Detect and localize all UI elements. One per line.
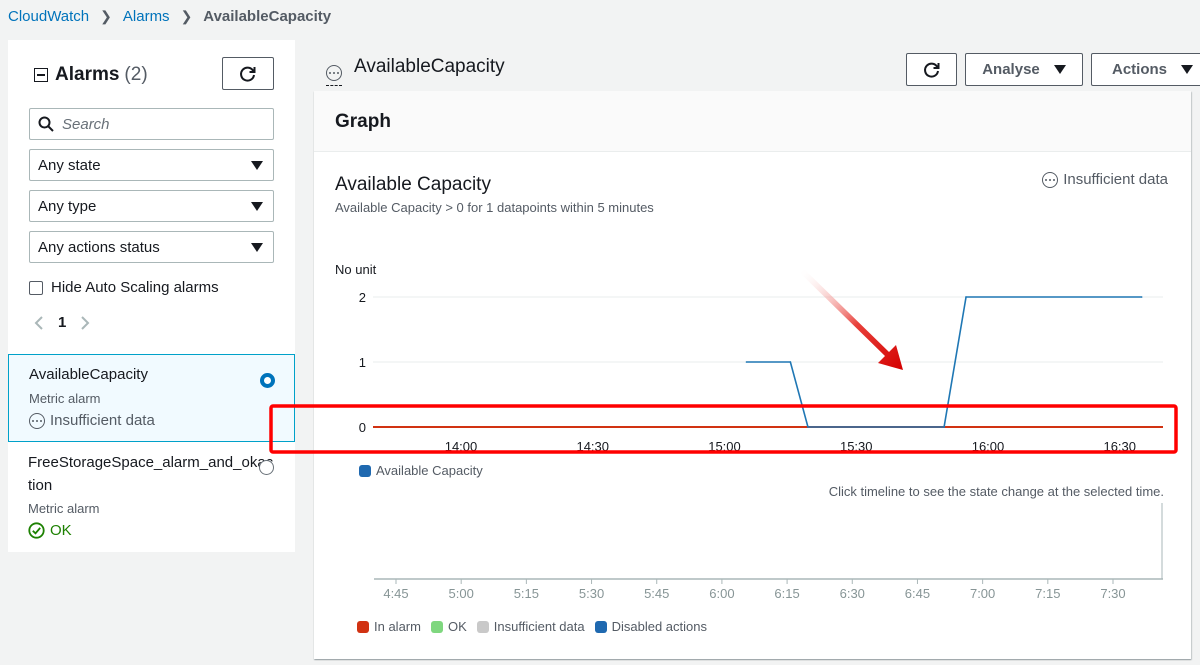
timeline-tick-label: 7:30 xyxy=(1100,586,1125,601)
y-tick-label: 2 xyxy=(359,290,366,305)
data-point xyxy=(943,426,945,428)
chart-grid xyxy=(373,296,1163,363)
data-point xyxy=(965,296,967,298)
y-tick-label: 0 xyxy=(359,420,366,435)
timeline-tick-label: 5:15 xyxy=(514,586,539,601)
timeline-tick-label: 6:30 xyxy=(840,586,865,601)
annotation-arrow xyxy=(800,269,903,370)
y-tick-label: 1 xyxy=(359,355,366,370)
timeline-tick-label: 7:15 xyxy=(1035,586,1060,601)
y-axis-ticks: 0 1 2 xyxy=(359,290,366,435)
chart-overlay: 012 14:00 14:30 15:00 15:30 16:00 16:30 4:45 5… xyxy=(269,269,1178,601)
data-point xyxy=(807,426,809,428)
data-point xyxy=(789,361,792,363)
timeline-tick-label: 5:00 xyxy=(449,586,474,601)
timeline-tick-label: 6:45 xyxy=(905,586,930,601)
timeline-tick-label: 5:30 xyxy=(579,586,604,601)
timeline-tick-label: 6:15 xyxy=(774,586,799,601)
state-timeline[interactable]: 4:45 5:00 5:15 5:30 5:45 6:00 6:15 6:30 6:45 7:00… xyxy=(374,503,1163,601)
data-point xyxy=(745,361,748,363)
timeline-tick-label: 6:00 xyxy=(709,586,734,601)
timeline-tick-label: 5:45 xyxy=(644,586,669,601)
data-point xyxy=(1140,296,1143,298)
timeline-tick-label: 7:00 xyxy=(970,586,995,601)
timeline-tick-label: 4:45 xyxy=(383,586,408,601)
